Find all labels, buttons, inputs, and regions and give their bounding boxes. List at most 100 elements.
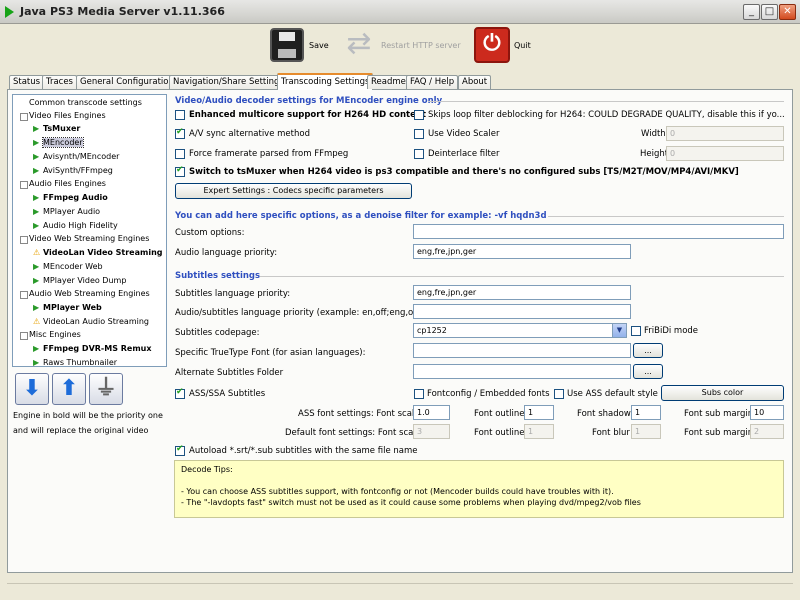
multicore-checkbox[interactable]: [175, 110, 185, 120]
tree-item-mplayer-web[interactable]: ▶ MPlayer Web: [33, 302, 102, 314]
default-font-scale-input: 3: [413, 424, 450, 439]
tree-item-audio-files[interactable]: Audio Files Engines: [20, 178, 106, 190]
multicore-label: Enhanced multicore support for H264 HD c…: [189, 110, 426, 120]
subtitles-section-title: Subtitles settings: [175, 271, 261, 281]
tab-general-configuration[interactable]: General Configuration: [76, 75, 178, 89]
video-scaler-checkbox[interactable]: [414, 129, 424, 139]
browse-font-button[interactable]: ...: [633, 343, 663, 358]
force-framerate-checkbox[interactable]: [175, 149, 185, 159]
font-sub-margin-label: Font sub margin: [684, 409, 754, 419]
tab-faq-help[interactable]: FAQ / Help: [406, 75, 459, 89]
ass-font-scale-input[interactable]: 1.0: [413, 405, 450, 420]
tab-status[interactable]: Status: [9, 75, 45, 89]
divider: [548, 216, 784, 217]
toggle-engine-button[interactable]: ⏚: [89, 373, 123, 405]
truetype-font-input[interactable]: [413, 343, 631, 358]
av-sync-label: A/V sync alternative method: [189, 129, 310, 139]
fontconfig-label: Fontconfig / Embedded fonts: [427, 389, 550, 399]
custom-options-input[interactable]: [413, 224, 784, 239]
browse-folder-button[interactable]: ...: [633, 364, 663, 379]
width-field: 0: [666, 126, 784, 141]
tree-item-avisynth-ffmpeg[interactable]: ▶ AviSynth/FFmpeg: [33, 165, 113, 177]
tab-traces[interactable]: Traces: [42, 75, 77, 89]
tree-item-ffmpeg-audio[interactable]: ▶ FFmpeg Audio: [33, 192, 108, 204]
play-arrow-icon: ▶: [33, 358, 40, 367]
av-sync-checkbox[interactable]: [175, 127, 185, 139]
quit-button[interactable]: Quit: [514, 41, 531, 50]
default-font-sub-margin-input: 2: [750, 424, 784, 439]
font-sub-margin-input[interactable]: 10: [750, 405, 784, 420]
tree-item-video-web[interactable]: Video Web Streaming Engines: [19, 233, 149, 245]
alt-subtitles-folder-input[interactable]: [413, 364, 631, 379]
codepage-select[interactable]: cp1252 ▼: [413, 323, 627, 338]
tab-readme[interactable]: Readme: [367, 75, 410, 89]
autoload-subtitles-checkbox[interactable]: [175, 444, 185, 456]
move-down-button[interactable]: ⬇: [15, 373, 49, 405]
minimize-button[interactable]: _: [743, 4, 760, 20]
height-label: Height: [640, 149, 669, 159]
play-arrow-icon: ▶: [33, 124, 40, 133]
engine-tree[interactable]: Common transcode settings Video Files En…: [12, 94, 167, 367]
alt-subtitles-folder-label: Alternate Subtitles Folder: [175, 368, 284, 378]
ass-default-style-checkbox[interactable]: [554, 389, 564, 399]
tab-about[interactable]: About: [458, 75, 492, 89]
tab-navigation-share[interactable]: Navigation/Share Settings: [169, 75, 288, 89]
tree-item-audio-hifi[interactable]: ▶ Audio High Fidelity: [33, 220, 118, 232]
subtitles-language-label: Subtitles language priority:: [175, 289, 291, 299]
tree-item-tsmuxer[interactable]: ▶ TsMuxer: [33, 123, 80, 135]
tree-item-mplayer-dump[interactable]: ▶ MPlayer Video Dump: [33, 275, 126, 287]
play-arrow-icon: ▶: [33, 344, 40, 353]
tree-item-raws[interactable]: ▶ Raws Thumbnailer: [33, 357, 117, 367]
expert-settings-button[interactable]: Expert Settings : Codecs specific parame…: [175, 183, 412, 199]
fontconfig-checkbox[interactable]: [414, 389, 424, 399]
font-shadow-input[interactable]: 1: [631, 405, 661, 420]
default-font-scale-label: Default font settings: Font scale: [285, 428, 421, 438]
tsmuxer-switch-checkbox[interactable]: [175, 165, 185, 177]
font-blur-input: 1: [631, 424, 661, 439]
close-button[interactable]: ✕: [779, 4, 796, 20]
tree-item-vlc-video[interactable]: ⚠ VideoLan Video Streaming: [33, 247, 163, 259]
floppy-disk-icon[interactable]: [270, 28, 304, 62]
move-up-button[interactable]: ⬆: [52, 373, 86, 405]
power-icon[interactable]: ⏻: [474, 27, 510, 63]
tab-transcoding-settings[interactable]: Transcoding Settings: [277, 73, 374, 90]
codepage-value: cp1252: [417, 326, 447, 335]
tree-item-misc[interactable]: Misc Engines: [20, 329, 81, 341]
plug-icon: ⏚: [94, 376, 117, 401]
ass-subtitles-checkbox[interactable]: [175, 387, 185, 399]
audio-language-input[interactable]: eng,fre,jpn,ger: [413, 244, 631, 259]
tree-item-ffmpeg-dvr[interactable]: ▶ FFmpeg DVR-MS Remux: [33, 343, 152, 355]
arrow-down-icon: ⬇: [22, 376, 42, 401]
force-framerate-label: Force framerate parsed from FFmpeg: [189, 149, 349, 159]
tree-item-mencoder-web[interactable]: ▶ MEncoder Web: [33, 261, 103, 273]
tree-item-avisynth-mencoder[interactable]: ▶ Avisynth/MEncoder: [33, 151, 119, 163]
decode-tips-box: Decode Tips: - You can choose ASS subtit…: [174, 460, 784, 518]
custom-options-label: Custom options:: [175, 228, 245, 238]
fribidi-checkbox[interactable]: [631, 326, 641, 336]
tree-item-common[interactable]: Common transcode settings: [29, 97, 142, 109]
divider: [260, 276, 784, 277]
play-arrow-icon: ▶: [33, 303, 40, 312]
divider: [428, 101, 784, 102]
deinterlace-label: Deinterlace filter: [428, 149, 500, 159]
font-outline-input[interactable]: 1: [524, 405, 554, 420]
subs-color-button[interactable]: Subs color: [661, 385, 784, 401]
chevron-down-icon[interactable]: ▼: [612, 324, 626, 337]
fribidi-label: FriBiDi mode: [644, 326, 699, 336]
deinterlace-checkbox[interactable]: [414, 149, 424, 159]
play-arrow-icon: ▶: [33, 221, 40, 230]
tree-item-vlc-audio[interactable]: ⚠ VideoLan Audio Streaming: [33, 316, 149, 328]
skip-loop-checkbox[interactable]: [414, 110, 424, 120]
save-button[interactable]: Save: [309, 41, 329, 50]
play-arrow-icon: ▶: [33, 166, 40, 175]
subtitles-language-input[interactable]: eng,fre,jpn,ger: [413, 285, 631, 300]
tree-item-video-files[interactable]: Video Files Engines: [20, 110, 106, 122]
audio-subtitles-priority-input[interactable]: [413, 304, 631, 319]
tree-item-mplayer-audio[interactable]: ▶ MPlayer Audio: [33, 206, 100, 218]
tree-item-audio-web[interactable]: Audio Web Streaming Engines: [20, 288, 150, 300]
tree-item-mencoder[interactable]: ▶ MEncoder: [33, 137, 84, 149]
skip-loop-label: Skips loop filter deblocking for H264: C…: [428, 110, 785, 120]
warning-icon: ⚠: [33, 317, 41, 326]
maximize-button[interactable]: □: [761, 4, 778, 20]
ass-subtitles-label: ASS/SSA Subtitles: [189, 389, 266, 399]
